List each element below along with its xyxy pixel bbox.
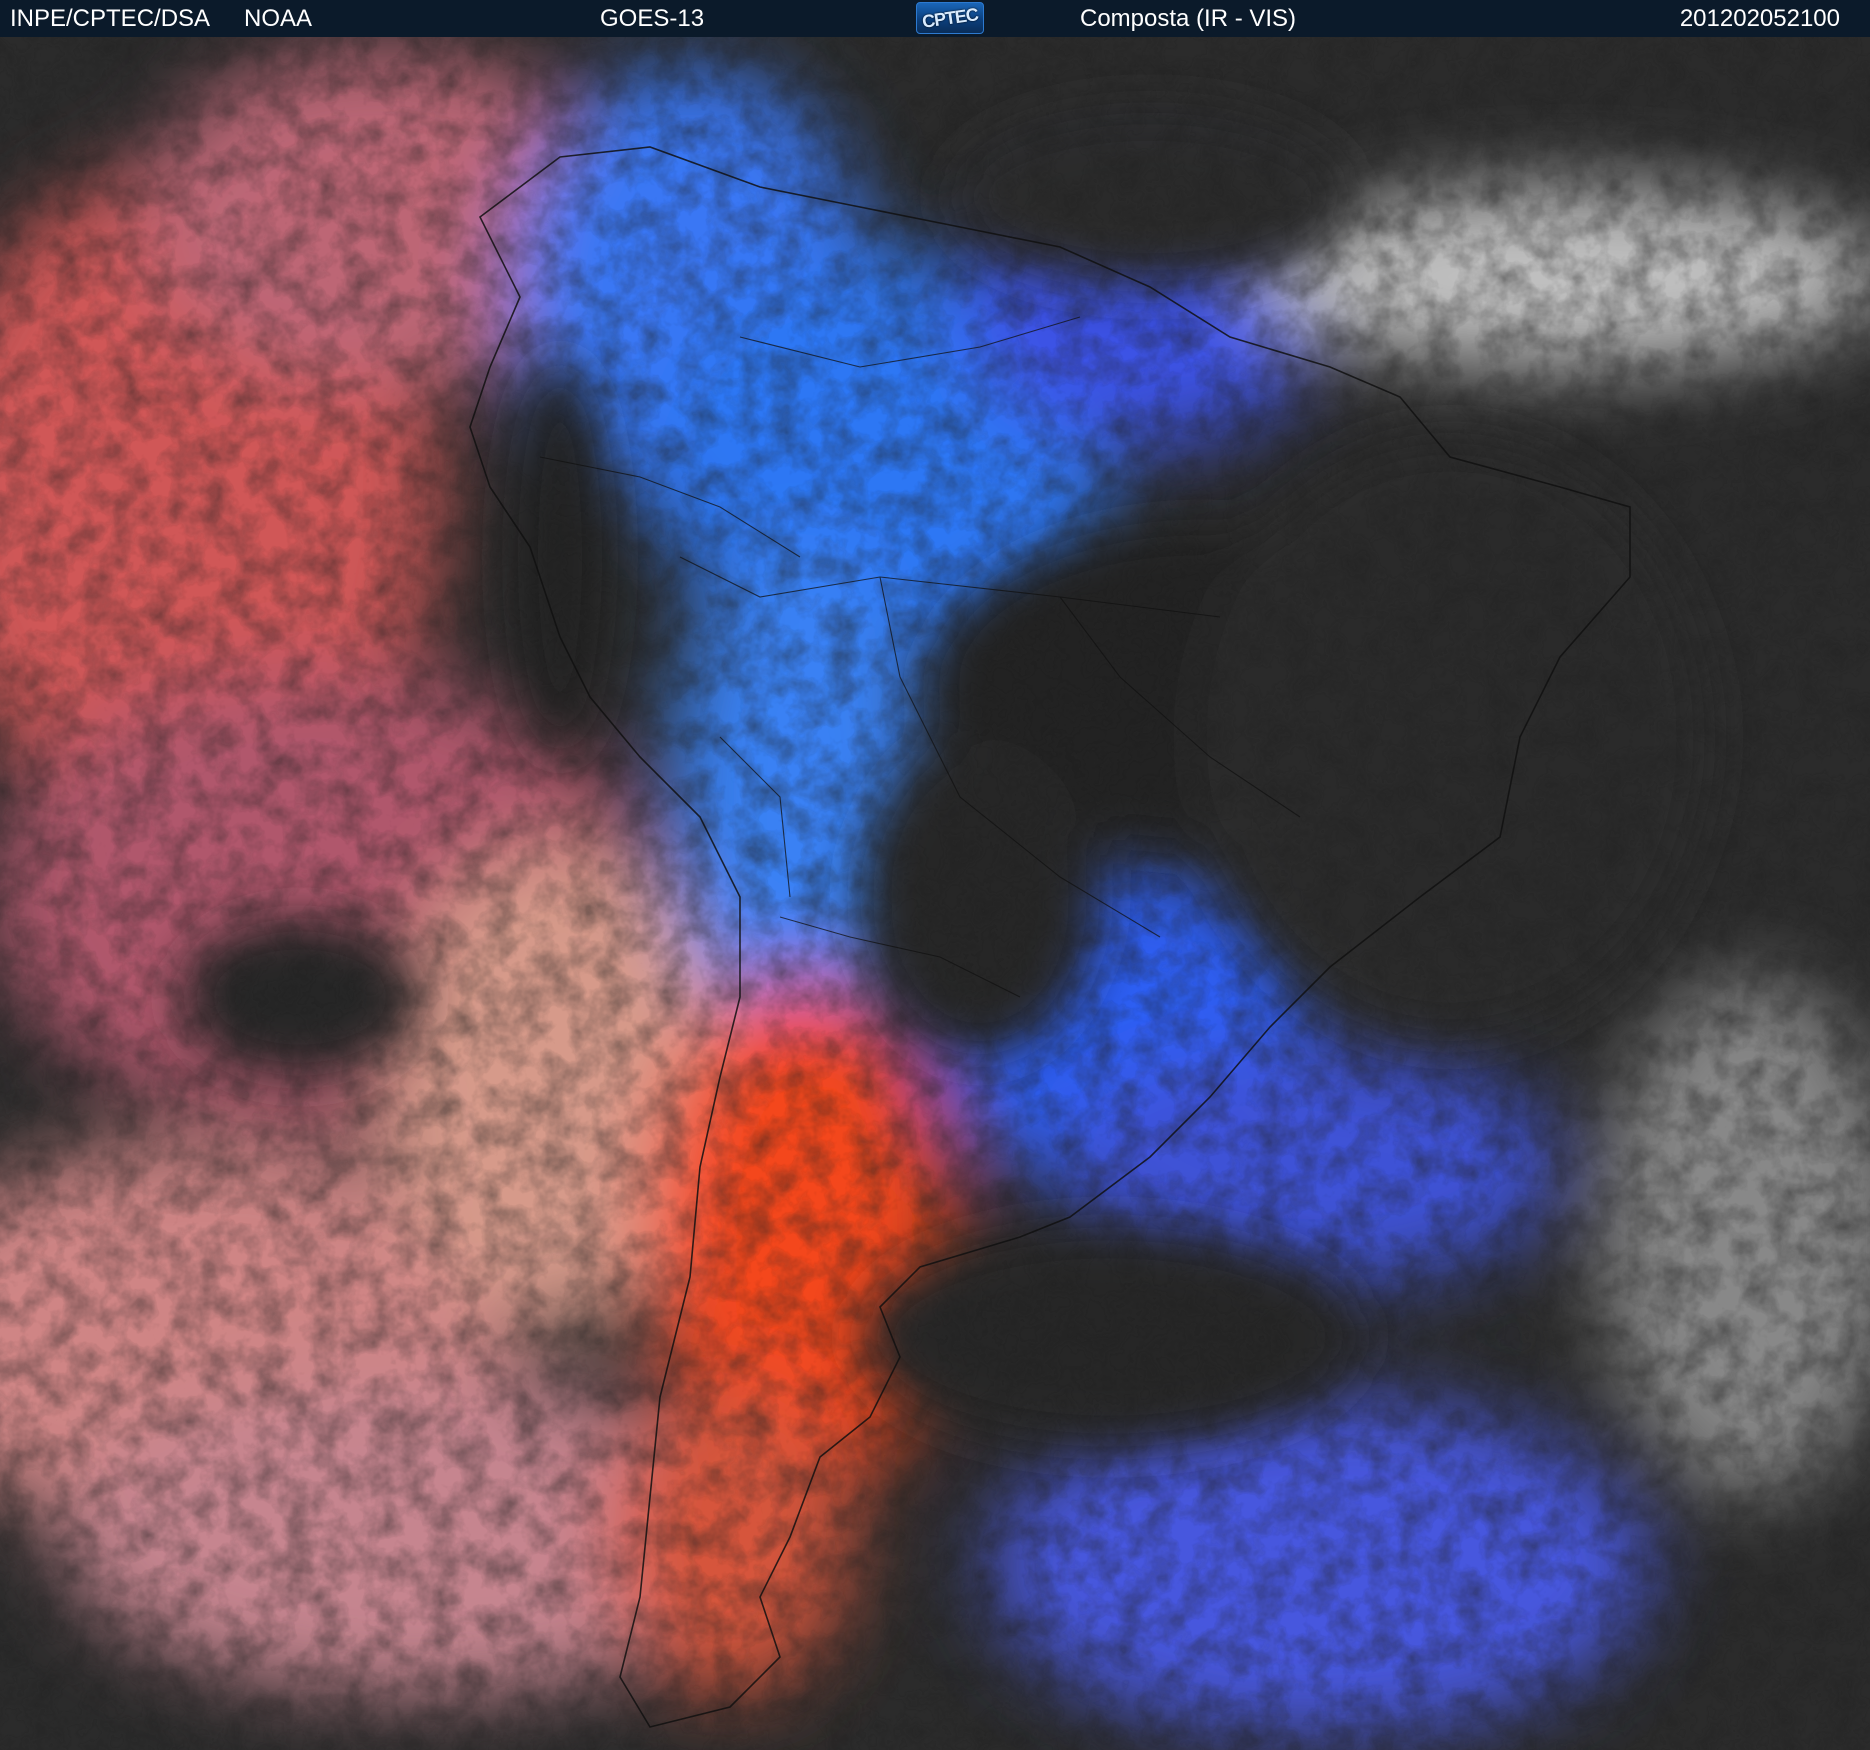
- satellite-composite-image: [0, 37, 1870, 1750]
- organization-label: INPE/CPTEC/DSA: [10, 5, 211, 32]
- product-label: Composta (IR - VIS): [1080, 5, 1297, 32]
- image-header: INPE/CPTEC/DSA NOAA GOES-13 CPTEC Compos…: [0, 0, 1870, 37]
- timestamp-label: 201202052100: [1679, 5, 1840, 32]
- composite-map-svg: [0, 37, 1870, 1750]
- cloud-texture: [0, 37, 1870, 1750]
- logo-text: CPTEC: [920, 4, 980, 32]
- satellite-label: GOES-13: [600, 5, 705, 32]
- cptec-logo-icon: CPTEC: [916, 2, 984, 34]
- agency-label: NOAA: [244, 5, 313, 32]
